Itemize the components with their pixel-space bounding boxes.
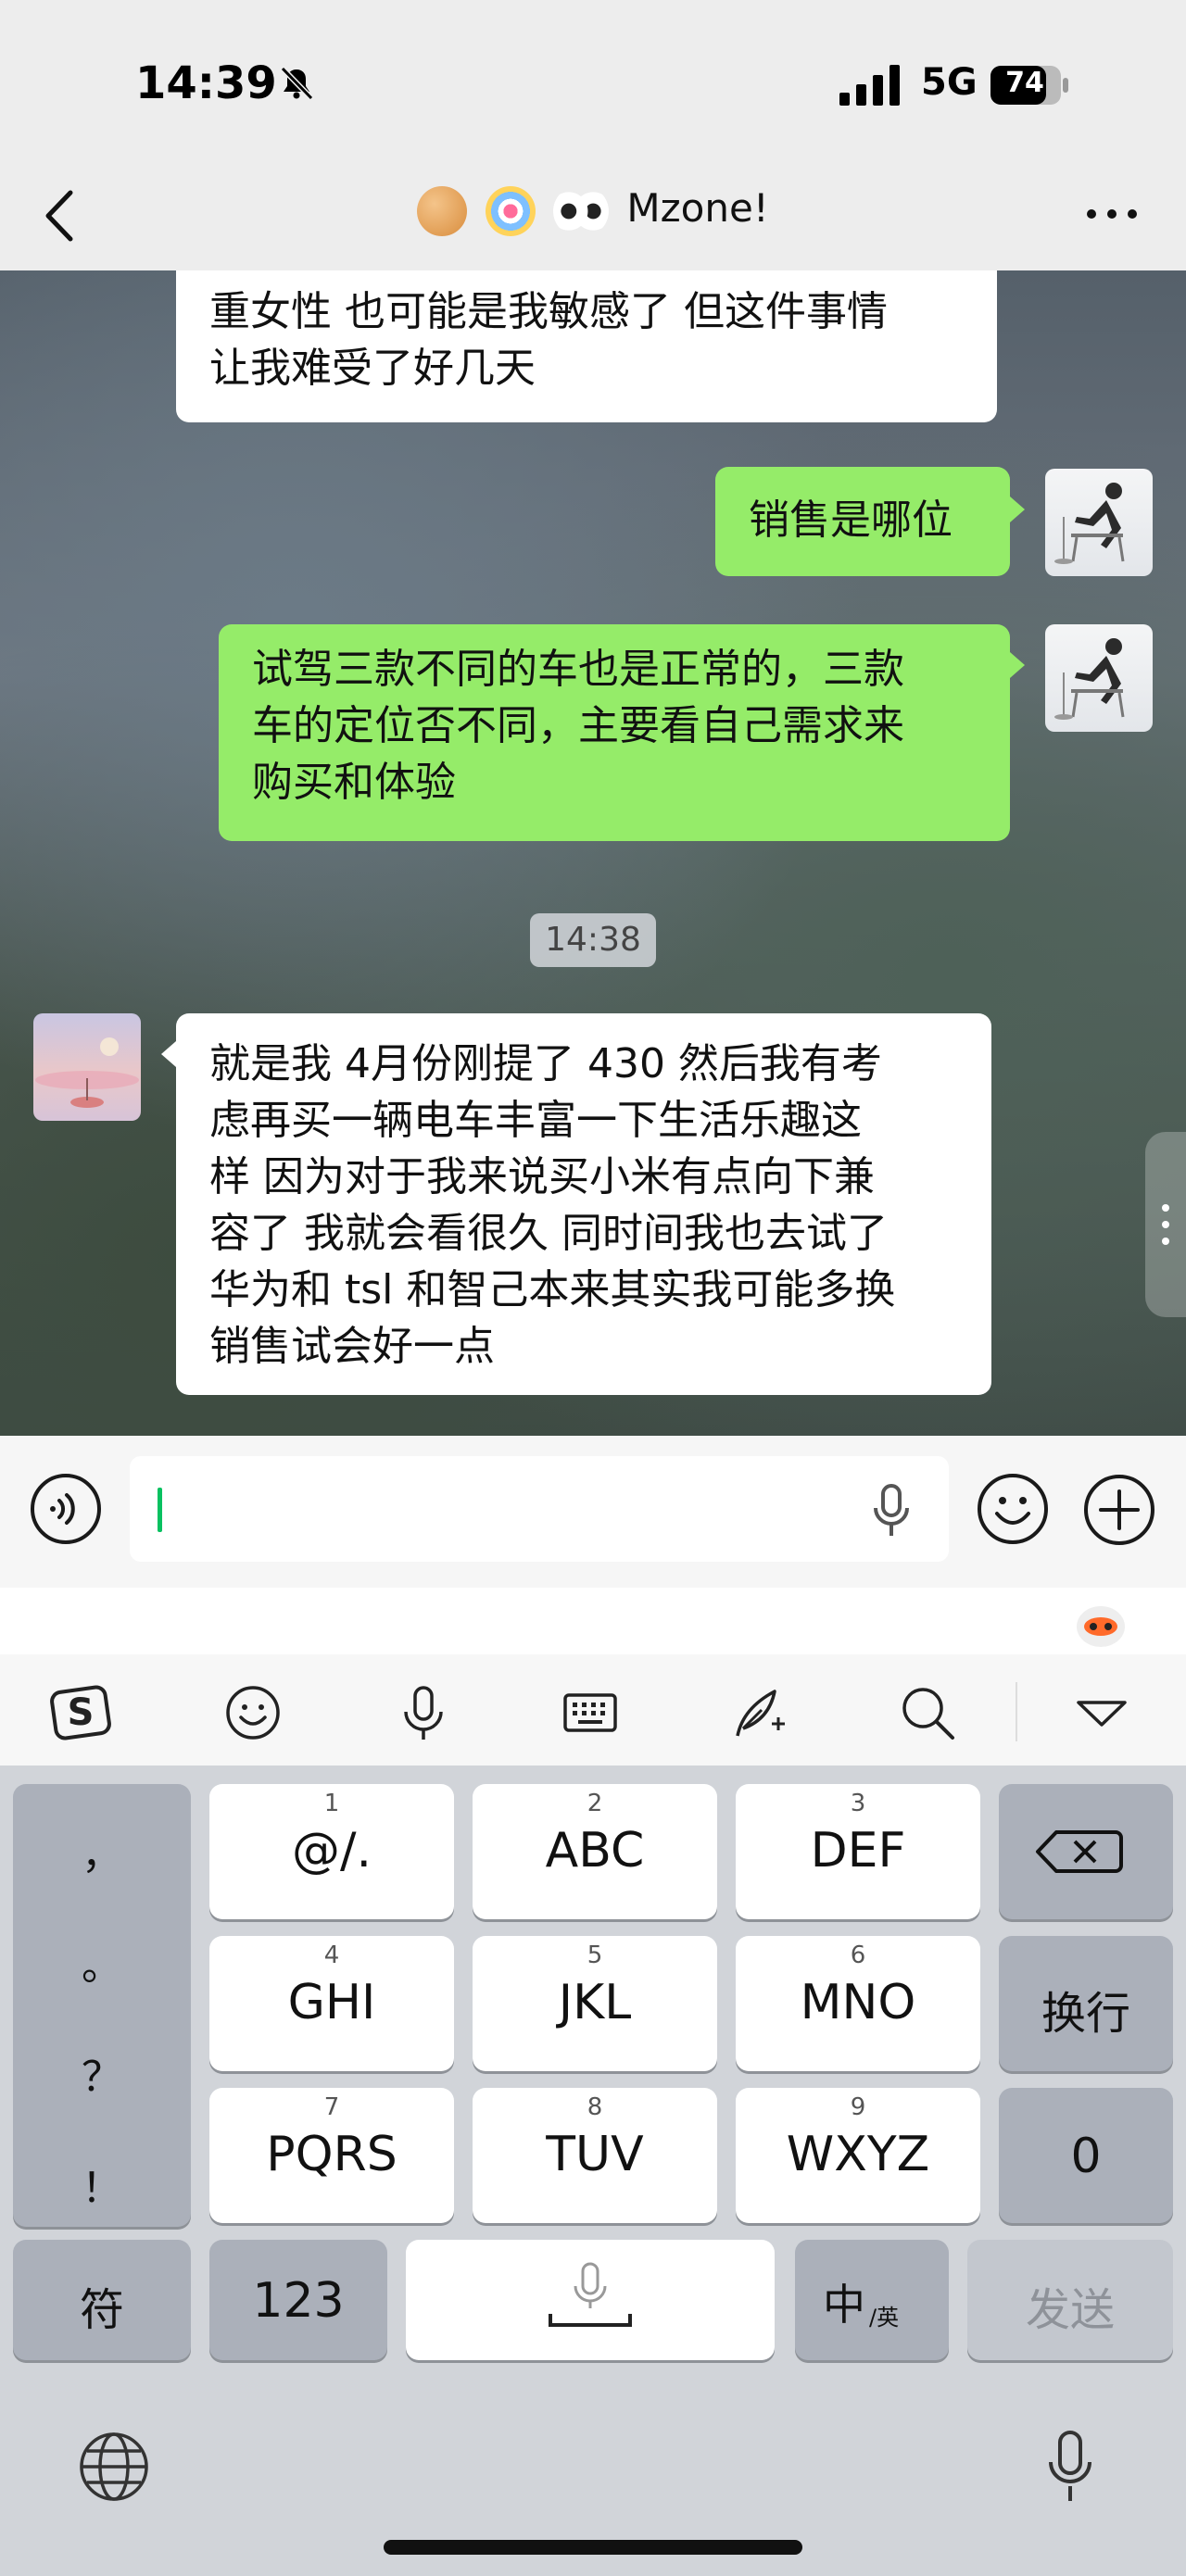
key-3[interactable]: 3 DEF <box>736 1784 980 1919</box>
keyboard: ， 。 ？ ！ 1 @/. 2 ABC 3 DEF 4 GHI 5 JKL 6 MNO 换行… <box>0 1766 1186 2576</box>
key-6[interactable]: 6 MNO <box>736 1936 980 2071</box>
cellular-signal-icon <box>839 65 900 106</box>
more-options-icon[interactable] <box>1082 200 1142 228</box>
punct-exclaim-key[interactable]: ！ <box>13 2155 191 2214</box>
key-1[interactable]: 1 @/. <box>209 1784 454 1919</box>
punct-period-key[interactable]: 。 <box>13 1932 191 1992</box>
punct-question-key[interactable]: ？ <box>13 2043 191 2103</box>
ime-candidate-bar <box>0 1588 1186 1654</box>
voice-mode-icon[interactable] <box>30 1473 102 1545</box>
newline-key[interactable]: 换行 <box>999 1936 1173 2071</box>
sogou-logo-icon[interactable]: S <box>50 1682 111 1743</box>
microphone-icon[interactable] <box>871 1484 912 1538</box>
voice-icon[interactable] <box>393 1682 454 1743</box>
toolbar-divider <box>1016 1682 1017 1741</box>
status-bar: 14:39 5G 74 <box>0 0 1186 157</box>
key-9[interactable]: 9 WXYZ <box>736 2088 980 2223</box>
key-8[interactable]: 8 TUV <box>473 2088 717 2223</box>
person-on-chair-icon <box>1054 483 1125 564</box>
collapse-keyboard-icon[interactable] <box>1071 1682 1132 1743</box>
keyboard-icon[interactable] <box>560 1682 621 1743</box>
palette-emoji-icon <box>417 185 468 236</box>
home-indicator[interactable] <box>384 2540 802 2555</box>
ime-mascot-icon[interactable] <box>1073 1599 1129 1649</box>
language-switch-key[interactable]: 中 /英 <box>795 2240 949 2360</box>
scroll-handle[interactable] <box>1145 1132 1186 1317</box>
space-mic-icon <box>549 2262 632 2327</box>
send-key[interactable]: 发送 <box>967 2240 1173 2360</box>
handwriting-icon[interactable] <box>728 1682 789 1743</box>
ime-toolbar: S <box>0 1654 1186 1766</box>
backspace-key[interactable] <box>999 1784 1173 1919</box>
peer-avatar[interactable] <box>33 1013 141 1121</box>
status-time: 14:39 <box>135 57 277 109</box>
my-message-bubble[interactable]: 试驾三款不同的车也是正常的，三款 车的定位否不同，主要看自己需求来 购买和体验 <box>219 624 1010 841</box>
key-0[interactable]: 0 <box>999 2088 1173 2223</box>
punct-comma-key[interactable]: ， <box>13 1821 191 1880</box>
mute-bell-icon <box>280 66 314 101</box>
lollipop-emoji-icon <box>485 185 536 236</box>
space-key[interactable] <box>406 2240 775 2360</box>
numbers-key[interactable]: 123 <box>209 2240 387 2360</box>
chat-messages[interactable]: 重女性 也可能是我敏感了 但这件事情 让我难受了好几天 销售是哪位 试驾三款不同… <box>0 270 1186 1436</box>
message-timestamp: 14:38 <box>530 913 656 967</box>
globe-icon[interactable] <box>78 2431 150 2503</box>
punctuation-column[interactable]: ， 。 ？ ！ <box>13 1784 191 2227</box>
eyes-emoji-icon <box>553 185 610 236</box>
key-2[interactable]: 2 ABC <box>473 1784 717 1919</box>
svg-text:S: S <box>68 1691 95 1734</box>
backspace-icon <box>1036 1830 1123 1873</box>
sunset-boat-icon <box>35 1037 139 1108</box>
network-type: 5G <box>921 61 978 104</box>
my-avatar[interactable] <box>1045 624 1153 732</box>
my-message-bubble[interactable]: 销售是哪位 <box>715 467 1010 576</box>
my-avatar[interactable] <box>1045 469 1153 576</box>
emoji-icon[interactable] <box>977 1473 1049 1545</box>
text-caret <box>158 1488 162 1532</box>
chat-header: Mzone! <box>0 157 1186 270</box>
plus-icon[interactable] <box>1082 1473 1156 1547</box>
peer-message-bubble[interactable]: 重女性 也可能是我敏感了 但这件事情 让我难受了好几天 <box>176 270 997 422</box>
person-on-chair-icon <box>1054 638 1125 720</box>
message-input[interactable] <box>130 1456 949 1562</box>
symbols-key[interactable]: 符 <box>13 2240 191 2360</box>
key-5[interactable]: 5 JKL <box>473 1936 717 2071</box>
dictation-mic-icon[interactable] <box>1047 2429 1093 2505</box>
key-7[interactable]: 7 PQRS <box>209 2088 454 2223</box>
search-icon[interactable] <box>897 1682 958 1743</box>
key-4[interactable]: 4 GHI <box>209 1936 454 2071</box>
chat-title-text: Mzone! <box>626 185 769 231</box>
battery-level: 74 <box>1005 67 1044 99</box>
chat-title: Mzone! <box>0 185 1186 236</box>
emoji-icon[interactable] <box>222 1682 284 1743</box>
peer-message-bubble[interactable]: 就是我 4月份刚提了 430 然后我有考 虑再买一辆电车丰富一下生活乐趣这 样 … <box>176 1013 991 1395</box>
message-input-bar <box>0 1436 1186 1588</box>
drag-dots-icon <box>1162 1204 1169 1245</box>
